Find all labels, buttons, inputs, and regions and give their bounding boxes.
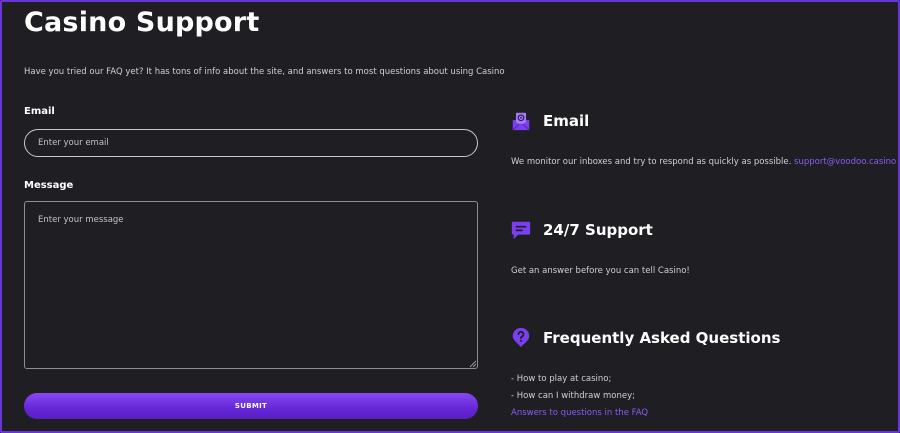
envelope-at-icon — [512, 112, 530, 131]
message-field[interactable] — [24, 201, 478, 369]
faq-item: - How to play at casino; — [511, 374, 612, 384]
intro-text: Have you tried our FAQ yet? It has tons … — [24, 67, 505, 77]
faq-section-title: Frequently Asked Questions — [543, 329, 781, 347]
email-section-text: We monitor our inboxes and try to respon… — [511, 157, 896, 167]
email-label: Email — [24, 106, 55, 117]
faq-item: - How can I withdraw money; — [511, 391, 635, 401]
chat-bubble-icon — [511, 221, 531, 240]
support-section-title: 24/7 Support — [543, 221, 653, 239]
page-title: Casino Support — [24, 7, 260, 38]
email-section-title: Email — [543, 112, 590, 130]
support-email-link[interactable]: support@voodoo.casino — [794, 157, 896, 167]
email-section-description: We monitor our inboxes and try to respon… — [511, 157, 792, 167]
question-pin-icon — [512, 327, 530, 348]
email-field[interactable] — [24, 129, 478, 157]
submit-button[interactable]: SUBMIT — [24, 393, 478, 419]
support-section-text: Get an answer before you can tell Casino… — [511, 266, 690, 276]
faq-link[interactable]: Answers to questions in the FAQ — [511, 408, 648, 418]
support-page: Casino Support Have you tried our FAQ ye… — [0, 0, 900, 433]
resize-grip-icon[interactable] — [469, 360, 477, 368]
message-label: Message — [24, 180, 74, 191]
